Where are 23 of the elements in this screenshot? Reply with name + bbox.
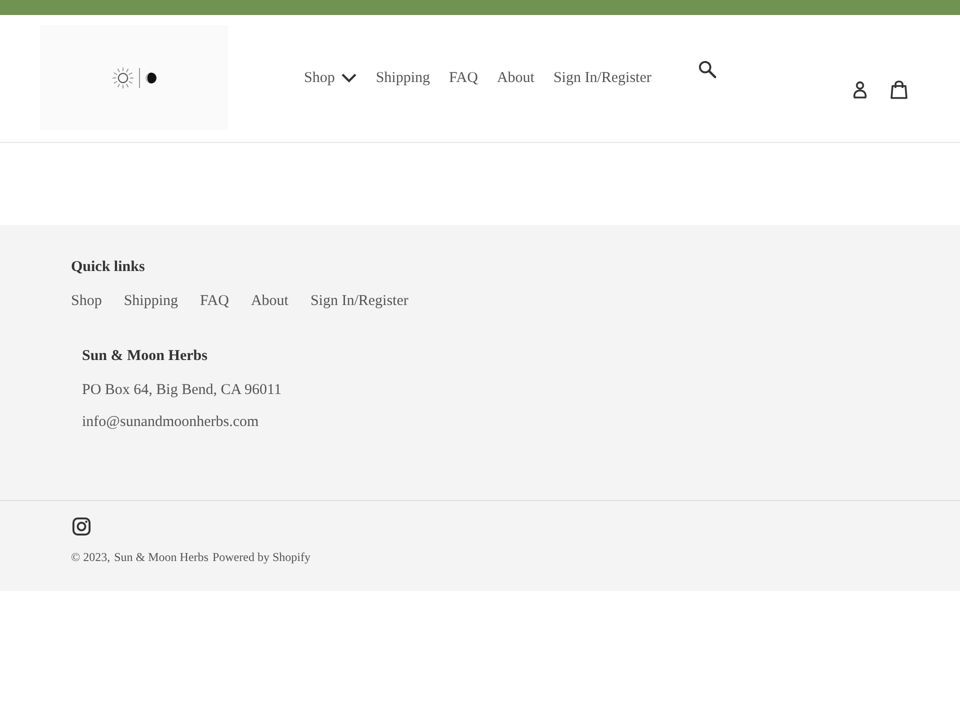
footer-link[interactable]: FAQ [200,291,229,311]
cart-icon[interactable] [889,80,909,100]
nav-link[interactable]: About [496,68,534,88]
instagram-icon[interactable] [72,517,91,536]
store-email: info@sunandmoonherbs.com [82,413,259,432]
powered-by-link[interactable]: Powered by Shopify [212,550,310,564]
quick-links-heading: Quick links [71,258,145,277]
nav-link[interactable]: FAQ [449,68,478,88]
sun-icon [112,66,134,88]
footer-link[interactable]: Shipping [124,291,178,311]
footer-link[interactable]: Shop [71,291,102,311]
store-name-link[interactable]: Sun & Moon Herbs [114,550,208,564]
store-address: PO Box 64, Big Bend, CA 96011 [82,381,282,400]
store-name-heading: Sun & Moon Herbs [82,347,208,366]
footer-link[interactable]: Sign In/Register [310,291,408,311]
copyright-text: © 2023, [71,550,110,564]
caret-icon [340,73,357,83]
search-icon[interactable] [698,60,718,79]
nav-link[interactable]: Sign In/Register [553,68,652,88]
nav-link[interactable]: Shop [304,68,357,88]
footer-link[interactable]: About [250,291,288,311]
nav-link[interactable]: Shipping [376,68,430,88]
moon-icon [144,72,156,84]
